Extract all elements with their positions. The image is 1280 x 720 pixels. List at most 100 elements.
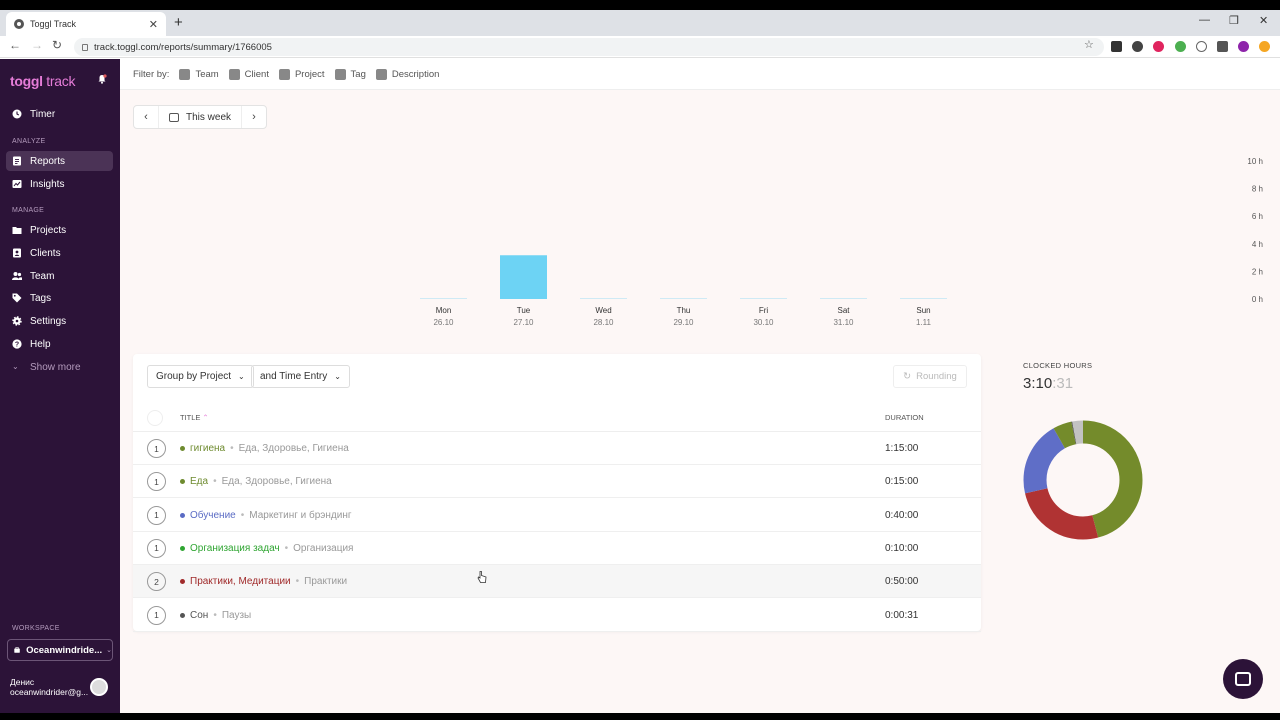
notification-bell-icon[interactable] bbox=[97, 74, 107, 84]
filter-client[interactable]: Client bbox=[228, 68, 269, 80]
clocked-seconds: :31 bbox=[1052, 375, 1074, 392]
entry-count-badge[interactable]: 2 bbox=[147, 572, 166, 592]
expand-all-toggle[interactable] bbox=[147, 410, 163, 426]
reload-icon[interactable]: ↻ bbox=[52, 38, 62, 52]
extension-icon[interactable] bbox=[1196, 41, 1207, 52]
restore-icon[interactable]: ❐ bbox=[1229, 14, 1239, 27]
sidebar-item-help[interactable]: ? Help bbox=[6, 334, 113, 354]
duration-column-header[interactable]: DURATION bbox=[885, 413, 924, 422]
chevron-down-icon: ⌄ bbox=[12, 362, 19, 371]
x-day-label: Wed bbox=[595, 306, 611, 315]
browser-tab[interactable]: Toggl Track ✕ bbox=[6, 12, 166, 36]
table-row[interactable]: 1 гигиена • Еда, Здоровье, Гигиена 1:15:00 bbox=[133, 432, 981, 465]
chart-bar[interactable] bbox=[500, 255, 547, 299]
new-tab-icon[interactable]: + bbox=[174, 14, 183, 31]
sidebar: toggl track Timer ANALYZE Reports Insigh… bbox=[0, 59, 120, 713]
table-row[interactable]: 1 Обучение • Маркетинг и брэндинг 0:40:00 bbox=[133, 499, 981, 532]
chart-bar[interactable] bbox=[660, 298, 707, 299]
project-name[interactable]: Сон bbox=[190, 610, 208, 621]
sidebar-item-insights[interactable]: Insights bbox=[6, 174, 113, 194]
project-name[interactable]: Обучение bbox=[190, 510, 236, 521]
x-day-label: Fri bbox=[759, 306, 769, 315]
bookmark-star-icon[interactable]: ☆ bbox=[1084, 38, 1094, 51]
tab-strip: Toggl Track ✕ + — ❐ ✕ bbox=[0, 10, 1280, 36]
separator-dot: • bbox=[230, 443, 234, 454]
extension-icon[interactable] bbox=[1132, 41, 1143, 52]
title-column-header[interactable]: TITLE ⌃ bbox=[180, 413, 209, 422]
chart-bar[interactable] bbox=[900, 298, 947, 299]
sidebar-item-settings[interactable]: Settings bbox=[6, 311, 113, 331]
sidebar-item-reports[interactable]: Reports bbox=[6, 151, 113, 171]
close-tab-icon[interactable]: ✕ bbox=[149, 18, 158, 31]
chart-bar[interactable] bbox=[740, 298, 787, 299]
back-icon[interactable]: ← bbox=[9, 38, 21, 52]
chart-bar[interactable] bbox=[580, 298, 627, 299]
chart-bar[interactable] bbox=[420, 298, 467, 299]
subgroup-dropdown[interactable]: and Time Entry ⌄ bbox=[251, 365, 350, 388]
client-icon bbox=[13, 248, 21, 258]
table-row[interactable]: 2 Практики, Медитации • Практики 0:50:00 bbox=[133, 565, 981, 599]
rounding-button[interactable]: ↻ Rounding bbox=[893, 365, 967, 388]
avatar[interactable] bbox=[90, 678, 108, 696]
group-by-dropdown[interactable]: Group by Project ⌄ bbox=[147, 365, 254, 388]
forward-icon[interactable]: → bbox=[31, 38, 43, 52]
chat-support-button[interactable] bbox=[1223, 659, 1263, 699]
entry-count-badge[interactable]: 1 bbox=[147, 538, 166, 558]
previous-week-button[interactable]: ‹ bbox=[134, 106, 158, 128]
workspace-selector[interactable]: Oceanwindride... ⌄ bbox=[7, 639, 113, 661]
sidebar-item-projects[interactable]: Projects bbox=[6, 220, 113, 240]
client-name: Еда, Здоровье, Гигиена bbox=[238, 443, 349, 454]
pinterest-icon[interactable] bbox=[1153, 41, 1164, 52]
sidebar-item-tags[interactable]: Tags bbox=[6, 288, 113, 308]
user-email: oceanwindrider@g... bbox=[10, 687, 89, 697]
client-name: Практики bbox=[304, 576, 348, 588]
table-header: TITLE ⌃ DURATION bbox=[133, 400, 981, 432]
project-color-dot bbox=[180, 545, 185, 551]
sidebar-item-team[interactable]: Team bbox=[6, 266, 113, 286]
project-name[interactable]: гигиена bbox=[190, 443, 225, 454]
filter-description[interactable]: Description bbox=[375, 68, 439, 80]
extension-icon[interactable] bbox=[1175, 41, 1186, 52]
table-row[interactable]: 1 Еда • Еда, Здоровье, Гигиена 0:15:00 bbox=[133, 465, 981, 499]
show-more-button[interactable]: ⌄ Show more bbox=[6, 357, 113, 377]
project-cell: Практики, Медитации • Практики bbox=[190, 576, 347, 587]
project-name[interactable]: Практики, Медитации bbox=[190, 576, 291, 587]
logo-main: toggl bbox=[10, 73, 43, 89]
folder-icon bbox=[12, 227, 22, 234]
sidebar-item-clients[interactable]: Clients bbox=[6, 243, 113, 263]
table-row[interactable]: 1 Организация задач • Организация 0:10:00 bbox=[133, 532, 981, 565]
minimize-icon[interactable]: — bbox=[1199, 14, 1210, 26]
subgroup-label: and Time Entry bbox=[260, 371, 328, 382]
window-close-icon[interactable]: ✕ bbox=[1259, 14, 1268, 27]
table-row[interactable]: 1 Сон • Паузы 0:00:31 bbox=[133, 599, 981, 632]
next-week-button[interactable]: › bbox=[242, 106, 266, 128]
filter-bar: Filter by: Team Client Project Tag Descr… bbox=[120, 59, 1280, 90]
date-range-button[interactable]: This week bbox=[158, 106, 243, 128]
sidebar-item-timer[interactable]: Timer bbox=[6, 104, 113, 124]
toggl-logo[interactable]: toggl track bbox=[10, 73, 75, 89]
user-info[interactable]: Денис oceanwindrider@g... bbox=[10, 677, 88, 697]
entry-count-badge[interactable]: 1 bbox=[147, 505, 166, 525]
donut-hole bbox=[1047, 444, 1119, 516]
project-name[interactable]: Еда bbox=[190, 476, 208, 487]
address-bar[interactable]: track.toggl.com/reports/summary/1766005 bbox=[74, 38, 1104, 56]
chart-bar[interactable] bbox=[820, 298, 867, 299]
profile-icon[interactable] bbox=[1238, 41, 1249, 52]
filter-team[interactable]: Team bbox=[179, 68, 219, 80]
entry-count-badge[interactable]: 1 bbox=[147, 605, 166, 625]
entry-count-badge[interactable]: 1 bbox=[147, 472, 166, 492]
tag-icon bbox=[334, 68, 346, 80]
entry-count-badge[interactable]: 1 bbox=[147, 439, 166, 458]
puzzle-icon[interactable] bbox=[1217, 41, 1228, 52]
extension-icon[interactable] bbox=[1259, 41, 1270, 52]
filter-project[interactable]: Project bbox=[278, 68, 325, 80]
y-tick-label: 10 h bbox=[1247, 157, 1263, 166]
project-color-dot bbox=[180, 479, 185, 485]
extension-icon[interactable] bbox=[1111, 41, 1122, 52]
filter-tag[interactable]: Tag bbox=[334, 68, 366, 80]
duration-value: 0:50:00 bbox=[885, 576, 919, 588]
x-date-label: 30.10 bbox=[753, 318, 774, 327]
project-name[interactable]: Организация задач bbox=[190, 543, 280, 554]
y-tick-label: 0 h bbox=[1252, 295, 1263, 304]
description-icon bbox=[375, 68, 387, 80]
